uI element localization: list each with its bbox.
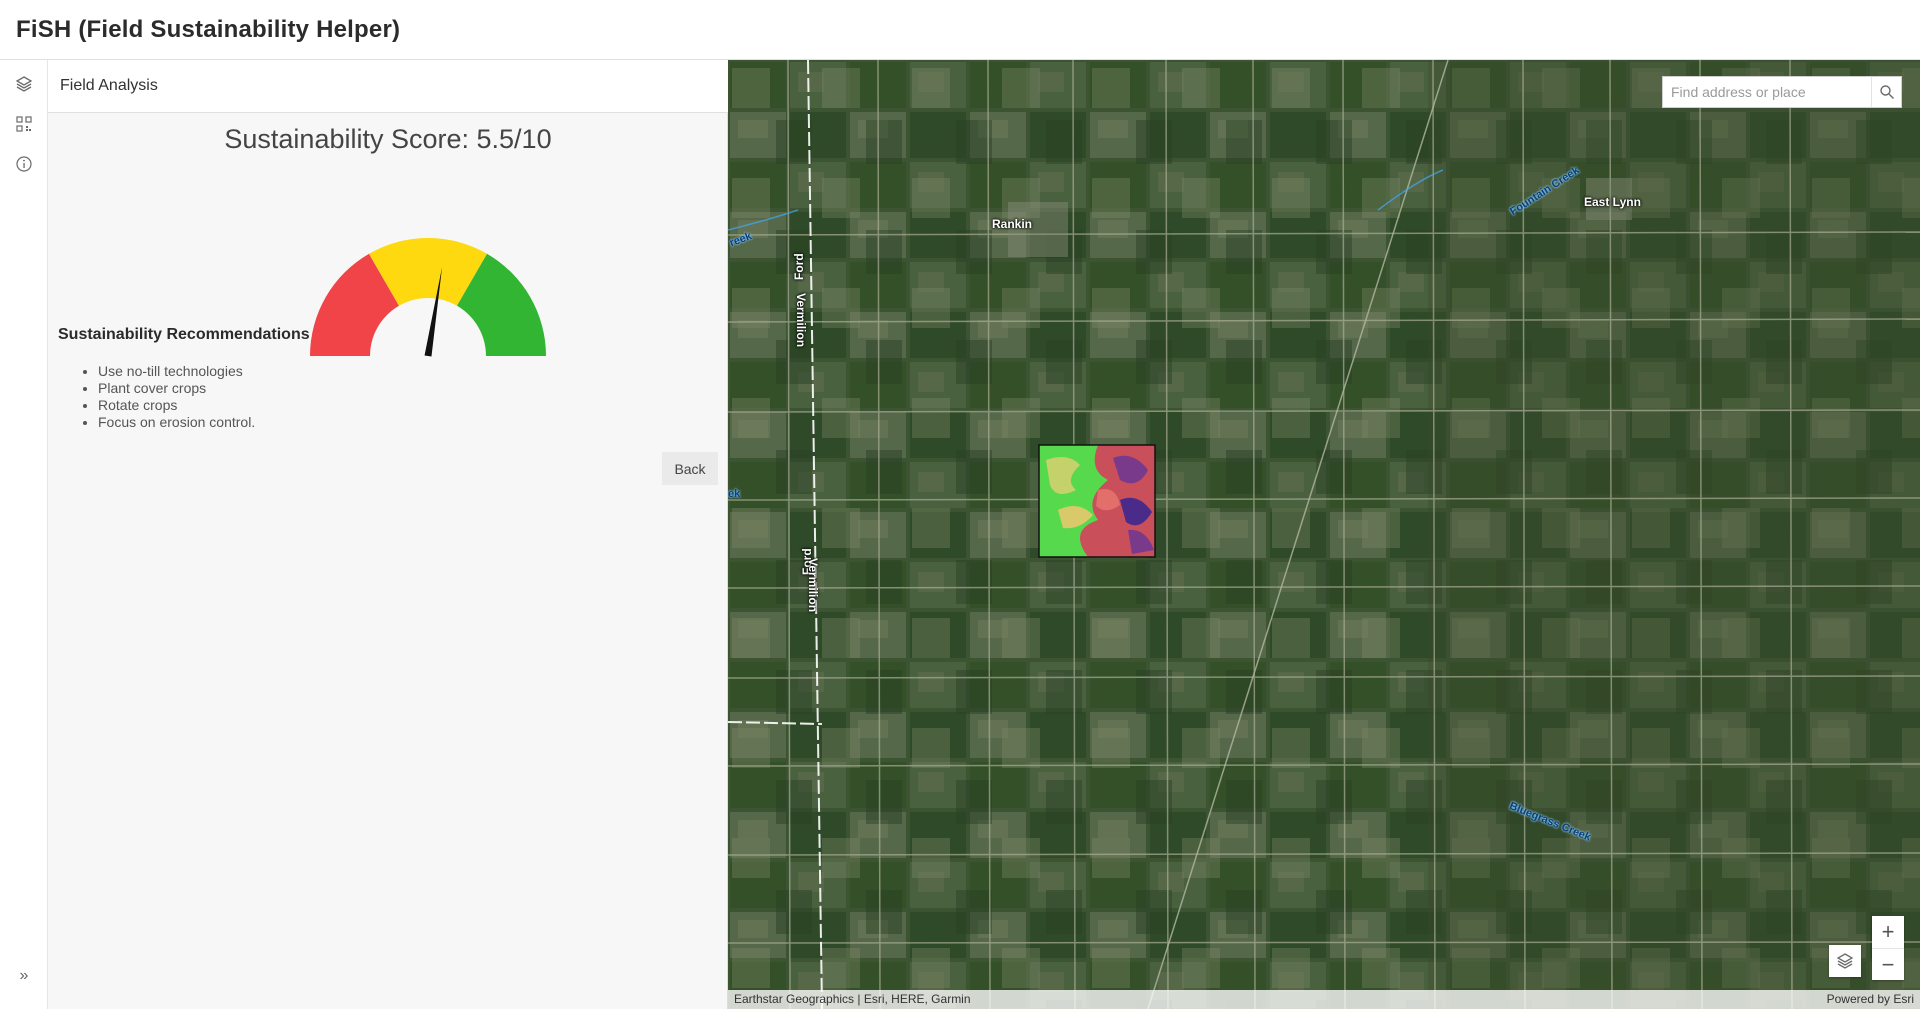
place-label-rankin: Rankin — [992, 217, 1033, 231]
legend-icon — [16, 116, 32, 132]
map-view[interactable]: Rankin East Lynn Fountain Creek Bluegras… — [728, 60, 1920, 1009]
app-header: FiSH (Field Sustainability Helper) — [0, 0, 1920, 60]
basemap-toggle-button[interactable] — [1829, 945, 1861, 977]
legend-action-button[interactable] — [8, 108, 40, 140]
search-button[interactable] — [1871, 77, 1901, 107]
field-analysis-panel: Field Analysis Sustainability Score: 5.5… — [48, 60, 728, 1009]
layers-icon — [15, 76, 33, 92]
zoom-control: + − — [1872, 916, 1904, 980]
list-item: Plant cover crops — [98, 380, 255, 397]
zoom-out-button[interactable]: − — [1872, 948, 1904, 980]
panel-header: Field Analysis — [48, 60, 728, 113]
list-item: Rotate crops — [98, 397, 255, 414]
recommendations-list: Use no-till technologies Plant cover cro… — [98, 363, 255, 431]
list-item: Use no-till technologies — [98, 363, 255, 380]
sustainability-gauge — [310, 238, 546, 357]
expand-panel-button[interactable]: » — [8, 962, 40, 990]
list-item: Focus on erosion control. — [98, 414, 255, 431]
map-attribution: Earthstar Geographics | Esri, HERE, Garm… — [728, 990, 1920, 1009]
layers-action-button[interactable] — [8, 68, 40, 100]
chevrons-right-icon: » — [19, 967, 29, 984]
satellite-basemap — [728, 60, 1920, 1009]
layers-icon — [1836, 953, 1854, 969]
info-icon — [16, 156, 32, 172]
zoom-in-button[interactable]: + — [1872, 916, 1904, 948]
search-widget — [1662, 76, 1902, 108]
recommendations-title: Sustainability Recommendations — [58, 326, 310, 343]
place-label-east-lynn: East Lynn — [1584, 195, 1641, 209]
action-bar — [0, 60, 48, 1009]
back-button[interactable]: Back — [662, 452, 718, 485]
road-label-ford-north: Ford — [792, 253, 806, 280]
panel-heading: Field Analysis — [60, 77, 158, 94]
attribution-powered-by[interactable]: Powered by Esri — [1827, 992, 1914, 1006]
road-label-vermilion-south: Vermilion — [806, 558, 820, 613]
search-input[interactable] — [1663, 77, 1871, 107]
sustainability-score-title: Sustainability Score: 5.5/10 — [224, 124, 552, 154]
water-label-creek-fragment-2: ek — [728, 488, 741, 500]
attribution-sources[interactable]: Earthstar Geographics | Esri, HERE, Garm… — [734, 992, 971, 1006]
app-title: FiSH (Field Sustainability Helper) — [16, 16, 401, 43]
soil-analysis-field[interactable] — [1038, 444, 1156, 558]
road-label-vermilion-north: Vermilion — [794, 293, 808, 348]
search-icon — [1879, 85, 1894, 99]
about-action-button[interactable] — [8, 148, 40, 180]
